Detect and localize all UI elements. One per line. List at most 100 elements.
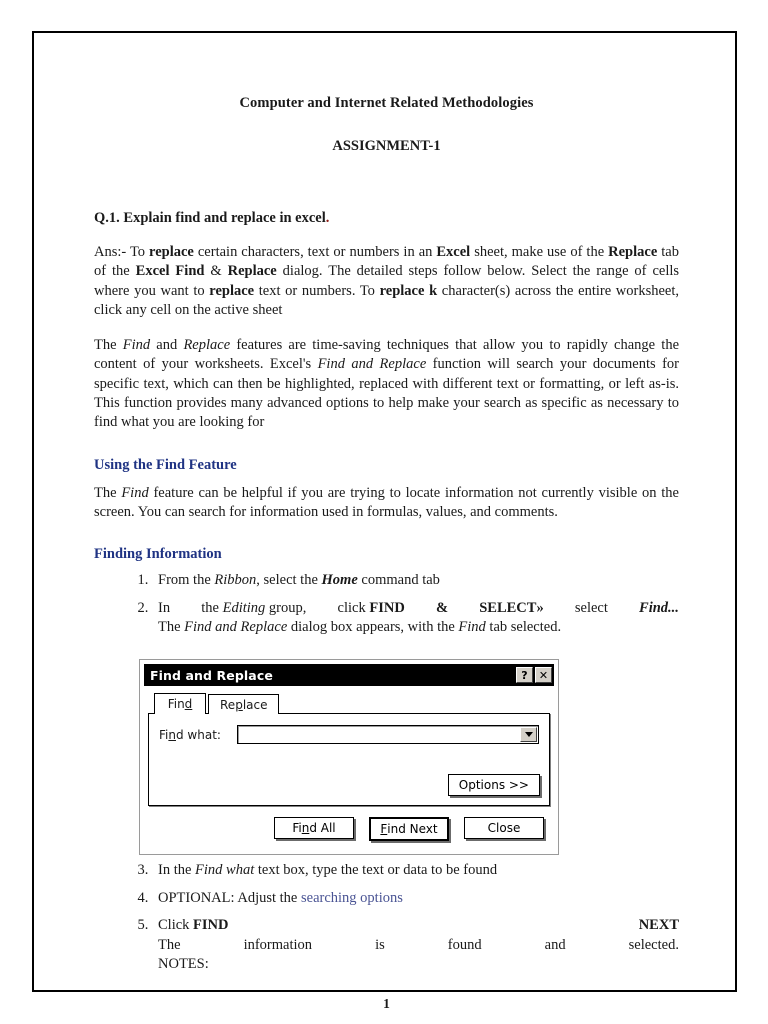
close-icon[interactable]: ✕ <box>535 667 552 684</box>
find-all-button[interactable]: Fi n d All <box>274 817 354 840</box>
text-run: command tab <box>357 572 440 589</box>
text-run: the <box>201 599 219 616</box>
text-run-bold-italic: Find... <box>639 599 679 616</box>
text-run: group, <box>268 599 307 616</box>
find-and-replace-dialog-figure: Find and Replace ? ✕ Fin d Re p lace Find w… <box>139 659 679 856</box>
text-run-bold: FIND <box>193 917 229 934</box>
question-heading: Q.1. Explain find and replace in excel. <box>94 210 679 227</box>
list-item-step-3: In the Find what text box, type the text… <box>152 861 679 880</box>
steps-list-bottom: In the Find what text box, type the text… <box>94 861 679 974</box>
dialog-title: Find and Replace <box>150 667 273 683</box>
document-title: Computer and Internet Related Methodolog… <box>239 95 534 111</box>
list-item-step-4: OPTIONAL: Adjust the searching options <box>152 889 679 908</box>
tab-replace-label-b: lace <box>242 697 268 712</box>
find-next-label-b: ind Next <box>387 822 438 837</box>
text-run-italic: Ribbon <box>214 572 257 589</box>
step-5-line-2: The information is found and selected. <box>158 936 679 955</box>
find-all-label-b: d All <box>309 821 336 836</box>
text-run: text box, type the text or data to be fo… <box>254 862 498 879</box>
text-run-bold: k <box>429 282 438 299</box>
text-run-bold: NEXT <box>638 917 679 934</box>
dialog-footer-buttons: Fi n d All Find Next Close <box>148 806 550 844</box>
text-run: Ans:- To <box>94 244 150 260</box>
text-run-bold-italic: Home <box>321 572 358 589</box>
step-2-line-1: In the Editing group, click FIND & SELEC… <box>158 599 679 618</box>
text-run-bold: Excel <box>436 244 471 260</box>
text-run: The <box>158 618 185 635</box>
using-find-feature-paragraph: The Find feature can be helpful if you a… <box>94 484 679 523</box>
text-run-group: click FIND <box>338 599 405 618</box>
text-run: dialog box appears, with the <box>287 618 459 635</box>
page-frame: Computer and Internet Related Methodolog… <box>32 31 737 1011</box>
text-run: , select the <box>256 572 322 589</box>
text-run-italic: Find and Replace <box>184 618 288 635</box>
text-run-bold: replace <box>379 282 425 299</box>
list-item-step-5: Click FIND NEXT The information is found… <box>152 916 679 974</box>
searching-options-link[interactable]: searching options <box>301 890 403 906</box>
text-run: and <box>544 936 566 953</box>
tab-replace-label-accel: p <box>235 697 243 712</box>
text-run-italic: Find <box>458 618 486 635</box>
text-run-italic: Find what <box>195 862 255 879</box>
find-what-label-a: Fi <box>159 727 169 742</box>
find-what-input[interactable] <box>237 725 539 745</box>
text-run: The <box>94 337 123 354</box>
text-run: From the <box>158 572 215 589</box>
find-all-label-accel: n <box>301 821 310 836</box>
find-what-label: Find what: <box>159 728 237 742</box>
text-run-bold: Excel Find <box>135 263 205 280</box>
text-run: text or numbers. To <box>254 282 380 299</box>
text-run: In the <box>158 862 196 879</box>
text-run-italic: Find and Replace <box>317 356 427 373</box>
close-button[interactable]: Close <box>464 817 544 840</box>
answer-paragraph-2: The Find and Replace features are time-s… <box>94 336 679 432</box>
text-run: certain characters, text or numbers in a… <box>193 244 437 260</box>
options-button-row: Options >> <box>447 774 540 797</box>
text-run: In <box>158 599 171 616</box>
text-run: selected. <box>628 936 679 953</box>
text-run: The <box>94 484 122 501</box>
find-what-label-b: d what: <box>175 727 221 742</box>
tab-replace[interactable]: Re p lace <box>208 694 280 715</box>
step-2-line-2: The Find and Replace dialog box appears,… <box>158 618 679 637</box>
text-run: is <box>375 936 385 953</box>
text-run: information <box>243 936 313 953</box>
text-run-bold: Replace <box>608 244 658 260</box>
text-run: and <box>150 337 184 354</box>
text-run: OPTIONAL: Adjust the <box>158 889 301 906</box>
text-run: tab selected. <box>485 618 562 635</box>
chevron-down-icon[interactable] <box>520 727 537 743</box>
text-run-bold: replace <box>209 282 255 299</box>
dialog-titlebar[interactable]: Find and Replace ? ✕ <box>144 664 554 687</box>
tab-find[interactable]: Fin d <box>154 693 206 715</box>
find-and-replace-dialog[interactable]: Find and Replace ? ✕ Fin d Re p lace Find w… <box>139 659 559 856</box>
text-run: found <box>447 936 482 953</box>
text-run: The <box>158 936 181 953</box>
text-run-bold: SELECT» <box>479 599 544 616</box>
dialog-body: Fin d Re p lace Find what: Options >> Fi… <box>144 686 554 850</box>
section-heading-using-find-feature: Using the Find Feature <box>94 456 237 473</box>
find-what-label-accel: n <box>168 727 176 742</box>
question-heading-dot: . <box>325 210 330 226</box>
text-run-group: the Editing group, <box>201 599 306 618</box>
text-run-bold: replace <box>149 244 194 260</box>
answer-paragraph-1: Ans:- To replace certain characters, tex… <box>94 243 679 320</box>
text-run: click <box>337 599 366 616</box>
page-content: Computer and Internet Related Methodolog… <box>94 63 679 1011</box>
list-item-step-2: In the Editing group, click FIND & SELEC… <box>152 599 679 638</box>
step-5-notes: NOTES: <box>158 956 209 973</box>
help-icon[interactable]: ? <box>516 667 533 684</box>
question-heading-text: Q.1. Explain find and replace in excel <box>94 210 326 226</box>
options-button[interactable]: Options >> <box>447 774 540 797</box>
find-all-label-a: Fi <box>292 821 302 836</box>
text-run-italic: Replace <box>183 337 231 354</box>
tab-find-label-accel: d <box>184 697 193 712</box>
tab-find-label-a: Fin <box>167 697 185 712</box>
tab-replace-label-a: Re <box>220 697 236 712</box>
document-subtitle: ASSIGNMENT-1 <box>332 138 441 154</box>
list-item-step-1: From the Ribbon, select the Home command… <box>152 571 679 590</box>
section-heading-finding-information: Finding Information <box>94 546 222 563</box>
text-run-italic: Editing <box>222 599 266 616</box>
find-next-button[interactable]: Find Next <box>369 817 449 842</box>
text-run: Click <box>158 917 194 934</box>
